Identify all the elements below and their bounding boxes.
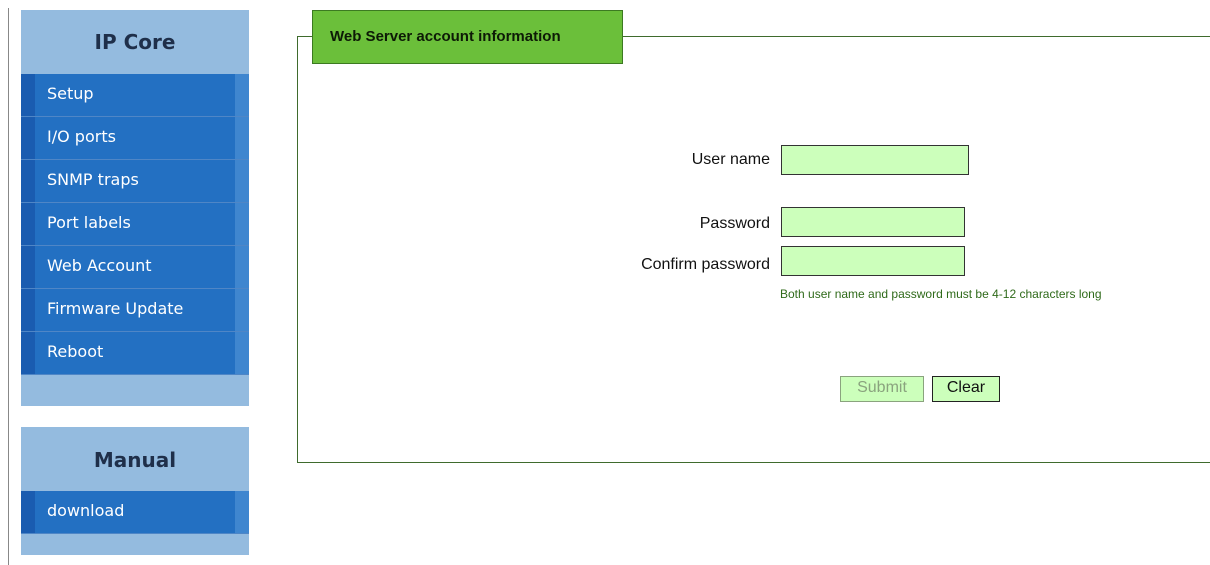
menu-item-setup[interactable]: Setup (21, 74, 249, 117)
submit-button[interactable]: Submit (840, 376, 924, 402)
menu-item-reboot[interactable]: Reboot (21, 332, 249, 375)
menu-item-io-ports[interactable]: I/O ports (21, 117, 249, 160)
password-hint: Both user name and password must be 4-12… (780, 287, 1102, 301)
menu-item-port-labels[interactable]: Port labels (21, 203, 249, 246)
password-input[interactable] (781, 207, 965, 237)
manual-menu: Manual download (21, 427, 249, 555)
manual-menu-title: Manual (93, 448, 177, 472)
menu-item-label: download (47, 501, 125, 520)
ipcore-menu: IP Core Setup I/O ports SNMP traps Port … (21, 10, 249, 406)
page: IP Core Setup I/O ports SNMP traps Port … (0, 0, 1210, 565)
menu-item-label: I/O ports (47, 127, 116, 146)
username-label: User name (691, 151, 770, 168)
menu-item-label: Setup (47, 84, 94, 103)
menu-item-snmp-traps[interactable]: SNMP traps (21, 160, 249, 203)
menu-item-label: Web Account (47, 256, 152, 275)
ipcore-menu-title: IP Core (94, 30, 176, 54)
menu-item-firmware-update[interactable]: Firmware Update (21, 289, 249, 332)
menu-item-label: Reboot (47, 342, 104, 361)
username-input[interactable] (781, 145, 969, 175)
password-label: Password (699, 215, 770, 232)
account-panel (297, 36, 1210, 463)
left-divider (8, 8, 9, 565)
menu-item-label: SNMP traps (47, 170, 139, 189)
panel-title: Web Server account information (312, 10, 623, 64)
confirm-password-input[interactable] (781, 246, 965, 276)
confirm-password-label: Confirm password (641, 256, 770, 273)
menu-item-download[interactable]: download (21, 491, 249, 534)
menu-item-label: Firmware Update (47, 299, 184, 318)
clear-button[interactable]: Clear (932, 376, 1000, 402)
menu-item-web-account[interactable]: Web Account (21, 246, 249, 289)
menu-item-label: Port labels (47, 213, 131, 232)
